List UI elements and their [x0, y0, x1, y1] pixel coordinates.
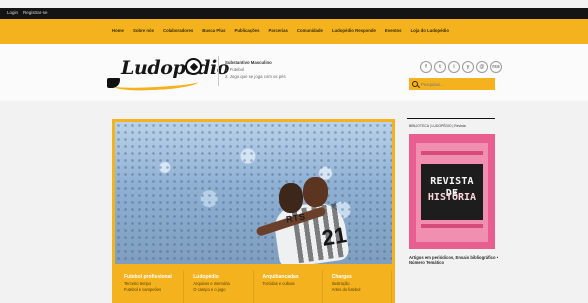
main-navigation: Home Sobre nós Colaboradores Busca Plus … [0, 19, 588, 44]
instagram-icon[interactable]: i [448, 61, 460, 73]
player-head [279, 183, 303, 213]
category-strip: Futebol profissional Terceiro tempo Fute… [115, 270, 392, 303]
twitter-icon[interactable]: t [434, 61, 446, 73]
youtube-icon[interactable]: y [462, 61, 474, 73]
definition-line-2: 2. Jogo que se joga com os pés [225, 74, 286, 79]
player-head [303, 177, 328, 207]
register-link[interactable]: Registrar-se [23, 9, 48, 17]
site-logo[interactable]: Ludopédio [104, 54, 229, 93]
category-title: Charges [331, 274, 352, 280]
category-cartoons[interactable]: Charges Ilustração Artes do futebol [323, 270, 392, 303]
category-link[interactable]: Artes do futebol [332, 287, 391, 293]
magazine-decor-stripe [421, 151, 483, 155]
category-title: Ludopédio [193, 274, 219, 280]
featured-story[interactable]: RTS 21 Futebol profissional Terceiro tem… [112, 119, 395, 303]
magazine-decor-stripe [421, 224, 483, 228]
definition-line-1: 1. Futebol [225, 67, 245, 72]
top-bar: Login Registrar-se [0, 8, 588, 19]
magazine-subtitle: HISTÓRIA [427, 192, 477, 203]
logo-text: Ludopédio [121, 57, 230, 79]
sidebar-breadcrumb[interactable]: BIBLIOTECA | LUDOPÉDIO | Revista [409, 124, 466, 128]
search-input[interactable] [421, 79, 493, 89]
email-icon[interactable]: @ [476, 61, 488, 73]
hero-photo[interactable]: RTS 21 [115, 122, 392, 264]
category-link[interactable]: Futebol e campeões [124, 287, 183, 293]
sidebar-divider [407, 118, 495, 119]
category-link[interactable]: O campo e o jogo [193, 287, 252, 293]
nav-publications[interactable]: Publicações [234, 27, 259, 35]
nav-events[interactable]: Eventos [385, 27, 402, 35]
nav-partnerships[interactable]: Parcerias [269, 27, 288, 35]
nav-collaborators[interactable]: Colaboradores [163, 27, 193, 35]
category-link[interactable]: Torcidas e cultura [263, 281, 322, 287]
category-ludopedio[interactable]: Ludopédio Arquivos e memória O campo e o… [184, 270, 254, 303]
sidebar-caption[interactable]: Artigos em periódicos, Ensaio bibliográf… [409, 255, 499, 265]
social-links: f t i y @ rss [420, 61, 502, 73]
jersey-number: 21 [319, 222, 349, 251]
magazine-cover[interactable]: REVISTA DE HISTÓRIA [409, 134, 495, 249]
nav-about[interactable]: Sobre nós [133, 27, 154, 35]
nav-search-plus[interactable]: Busca Plus [202, 27, 225, 35]
category-stands[interactable]: Arquibancadas Torcidas e cultura [254, 270, 323, 303]
facebook-icon[interactable]: f [420, 61, 432, 73]
category-title: Futebol profissional [124, 274, 172, 280]
nav-ludopedio-responde[interactable]: Ludopédio Responde [332, 27, 376, 35]
header-divider [218, 56, 219, 86]
soccer-ball-icon [185, 58, 202, 75]
category-title: Arquibancadas [262, 274, 299, 280]
login-link[interactable]: Login [7, 9, 18, 17]
rss-icon[interactable]: rss [490, 61, 502, 73]
search-icon [412, 81, 418, 87]
definition-heading: Substantivo Masculino [225, 60, 272, 65]
crowd-texture [115, 122, 392, 264]
search-bar [409, 78, 495, 90]
nav-store[interactable]: Loja do Ludopédio [411, 27, 449, 35]
category-professional-football[interactable]: Futebol profissional Terceiro tempo Fute… [115, 270, 185, 303]
nav-community[interactable]: Comunidade [297, 27, 323, 35]
nav-home[interactable]: Home [112, 27, 124, 35]
